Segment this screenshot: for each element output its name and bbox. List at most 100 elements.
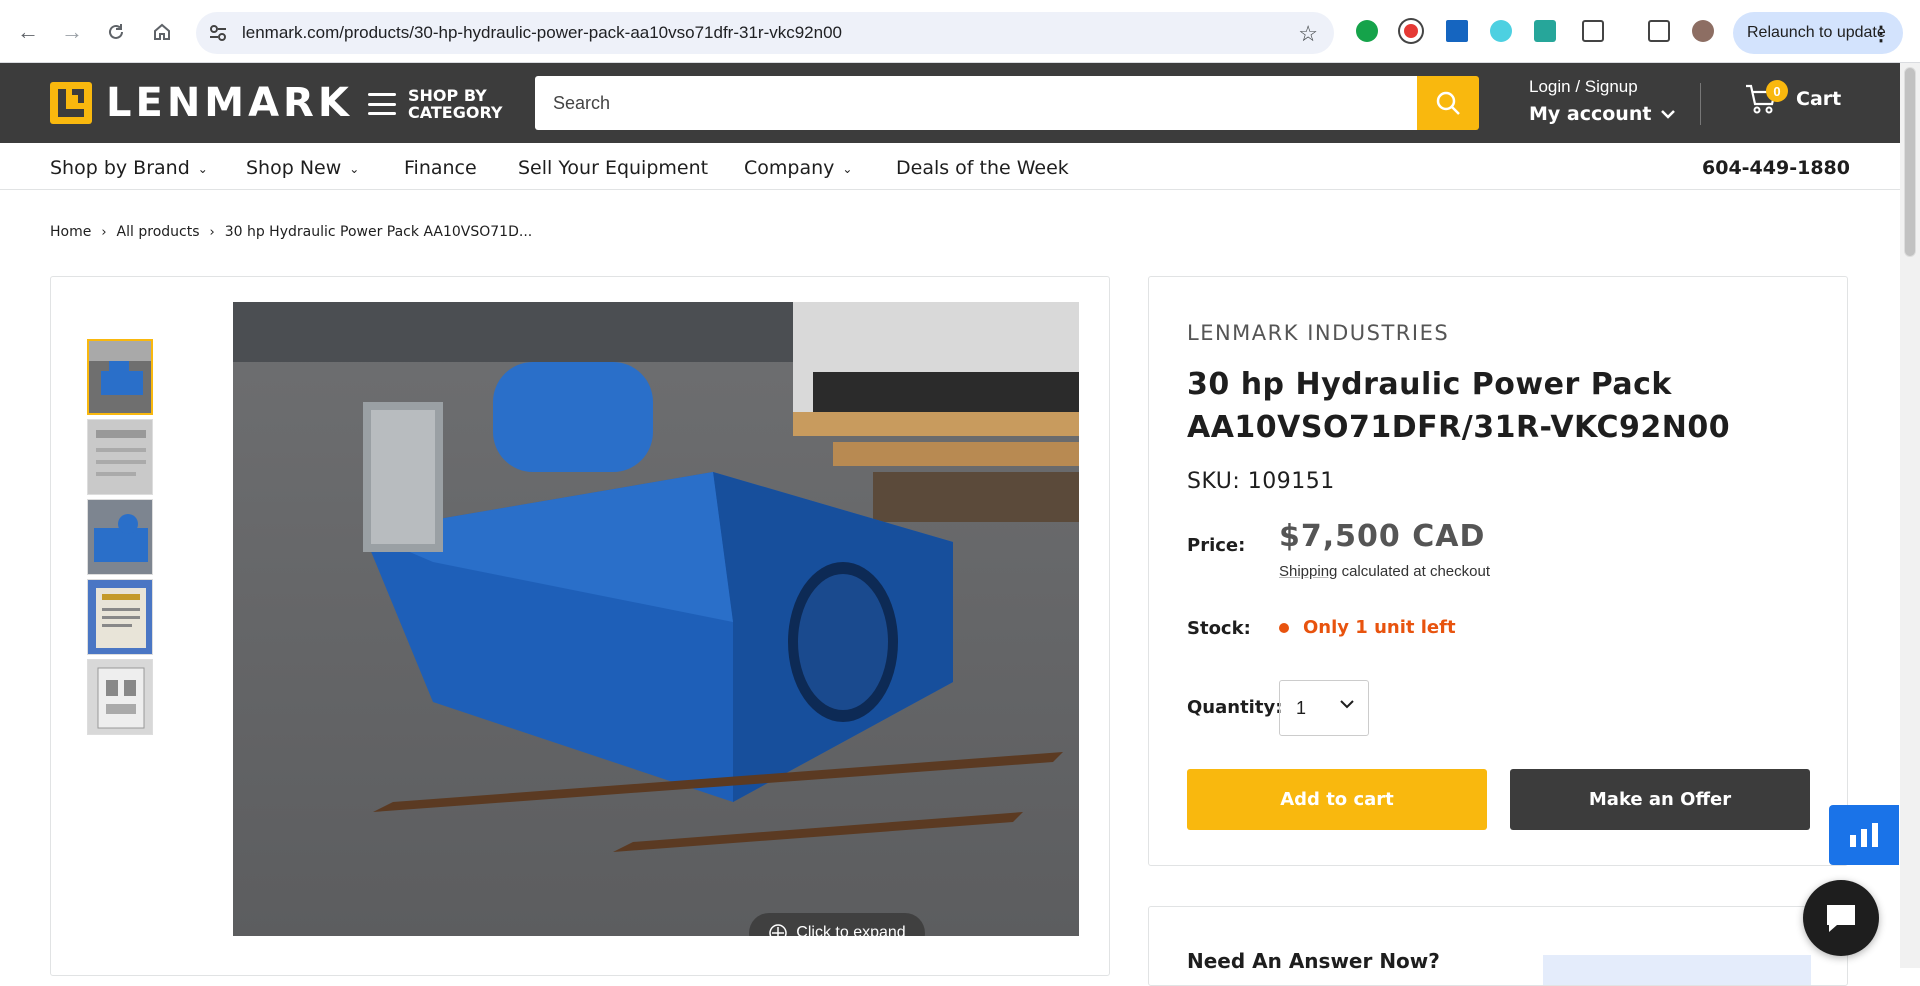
chart-extension-icon[interactable] [1446, 20, 1468, 42]
scrollbar-thumb[interactable] [1904, 67, 1916, 257]
make-an-offer-button[interactable]: Make an Offer [1510, 769, 1810, 830]
profile-avatar[interactable] [1692, 20, 1714, 42]
thumbnail-1[interactable] [87, 339, 153, 415]
stock-dot-icon [1279, 622, 1289, 633]
site-header: LENMARK SHOP BY CATEGORY Login / Signup … [0, 63, 1920, 143]
answer-widget-placeholder [1543, 955, 1811, 985]
click-to-expand-button[interactable]: Click to expand [749, 913, 925, 936]
web-extension-icon[interactable] [1490, 20, 1512, 42]
reload-icon[interactable] [100, 16, 132, 48]
expand-label: Click to expand [796, 924, 906, 936]
chevron-down-icon: ⌄ [842, 162, 853, 176]
my-account-label: My account [1529, 103, 1652, 125]
cart-button[interactable]: 0 Cart [1744, 80, 1842, 115]
login-signup-link[interactable]: Login / Signup [1529, 77, 1675, 97]
shipping-note-text: calculated at checkout [1341, 563, 1490, 580]
product-gallery: Click to expand [50, 276, 1110, 976]
search-input[interactable] [535, 76, 1417, 130]
browser-toolbar: ← → lenmark.com/products/30-hp-hydraulic… [0, 0, 1920, 63]
relaunch-button[interactable]: Relaunch to update ⋮ [1733, 12, 1903, 54]
breadcrumb-current: 30 hp Hydraulic Power Pack AA10VSO71D... [224, 224, 533, 240]
thumbnail-list [87, 339, 153, 739]
screen-extension-icon[interactable] [1534, 20, 1556, 42]
nav-label: Company [744, 157, 835, 179]
url-text: lenmark.com/products/30-hp-hydraulic-pow… [242, 23, 843, 42]
nav-shop-by-brand[interactable]: Shop by Brand ⌄ [50, 157, 208, 179]
chevron-right-icon: › [101, 224, 107, 240]
search-icon [1436, 91, 1460, 115]
my-account-dropdown[interactable]: My account [1529, 103, 1676, 125]
menu-kebab-icon[interactable]: ⋮ [1871, 21, 1891, 46]
relaunch-label: Relaunch to update [1747, 24, 1886, 41]
quantity-label: Quantity: [1187, 697, 1283, 718]
chevron-down-icon [1340, 700, 1354, 709]
breadcrumb: Home › All products › 30 hp Hydraulic Po… [50, 224, 532, 240]
thumbnail-2[interactable] [87, 419, 153, 495]
cart-label: Cart [1796, 88, 1842, 110]
cart-count-badge: 0 [1766, 80, 1788, 102]
chat-bubble-icon [1827, 905, 1855, 932]
nav-label: Shop by Brand [50, 157, 190, 179]
hamburger-icon [368, 93, 396, 115]
search-button[interactable] [1417, 76, 1479, 130]
address-bar[interactable]: lenmark.com/products/30-hp-hydraulic-pow… [196, 12, 1334, 54]
product-title: 30 hp Hydraulic Power Pack AA10VSO71DFR/… [1187, 367, 1731, 445]
need-answer-heading: Need An Answer Now? [1187, 949, 1440, 973]
page-scrollbar[interactable] [1900, 63, 1920, 968]
stock-status-text: Only 1 unit left [1303, 617, 1456, 638]
chevron-right-icon: › [209, 224, 215, 240]
grammarly-extension-icon[interactable] [1356, 20, 1378, 42]
quantity-select[interactable]: 1 [1279, 680, 1369, 736]
hydraulic-power-pack-image [233, 302, 1079, 936]
stock-label: Stock: [1187, 618, 1251, 639]
nav-label: Deals of the Week [896, 157, 1069, 179]
product-sku: SKU: 109151 [1187, 469, 1335, 494]
product-info-card: LENMARK INDUSTRIES 30 hp Hydraulic Power… [1148, 276, 1848, 866]
phone-number[interactable]: 604-449-1880 [1702, 157, 1850, 179]
shipping-link[interactable]: Shipping [1279, 563, 1337, 580]
nav-company[interactable]: Company ⌄ [744, 157, 852, 179]
price-label: Price: [1187, 535, 1246, 556]
extensions-puzzle-icon[interactable] [1582, 20, 1604, 42]
side-panel-icon[interactable] [1648, 20, 1670, 42]
site-info-icon[interactable] [208, 23, 228, 43]
main-product-image[interactable]: Click to expand [233, 302, 1079, 936]
chevron-down-icon: ⌄ [349, 162, 360, 176]
expand-icon [769, 924, 788, 936]
nav-label: Shop New [246, 157, 342, 179]
shop-by-category-label: SHOP BY CATEGORY [408, 86, 503, 122]
floating-widget-button[interactable] [1829, 805, 1899, 865]
lenmark-logo-icon [50, 82, 92, 124]
add-to-cart-button[interactable]: Add to cart [1187, 769, 1487, 830]
nav-label: Finance [404, 157, 477, 179]
stock-status: Only 1 unit left [1279, 617, 1456, 638]
shop-by-category-button[interactable]: SHOP BY CATEGORY [368, 87, 508, 121]
forward-icon[interactable]: → [56, 16, 88, 48]
nav-label: Sell Your Equipment [518, 157, 709, 179]
chart-widget-icon [1850, 823, 1878, 847]
thumbnail-4[interactable] [87, 579, 153, 655]
pokeball-extension-icon[interactable] [1400, 20, 1422, 42]
nav-sell-your-equipment[interactable]: Sell Your Equipment [518, 157, 708, 179]
product-vendor[interactable]: LENMARK INDUSTRIES [1187, 321, 1449, 345]
breadcrumb-all-products[interactable]: All products [117, 224, 200, 240]
need-answer-card: Need An Answer Now? [1148, 906, 1848, 986]
nav-shop-new[interactable]: Shop New ⌄ [246, 157, 359, 179]
account-menu[interactable]: Login / Signup My account [1529, 77, 1676, 125]
bookmark-star-icon[interactable]: ☆ [1298, 21, 1318, 47]
chevron-down-icon [1661, 110, 1676, 119]
search-bar [535, 76, 1479, 130]
thumbnail-3[interactable] [87, 499, 153, 575]
shipping-note: Shipping calculated at checkout [1279, 563, 1490, 580]
nav-finance[interactable]: Finance [404, 157, 477, 179]
home-icon[interactable] [146, 16, 178, 48]
product-price: $7,500 CAD [1279, 519, 1486, 554]
lenmark-logo[interactable]: LENMARK [50, 80, 353, 126]
chat-button[interactable] [1803, 880, 1879, 956]
breadcrumb-home[interactable]: Home [50, 224, 91, 240]
back-icon[interactable]: ← [12, 16, 44, 48]
header-divider [1700, 83, 1701, 125]
thumbnail-5[interactable] [87, 659, 153, 735]
nav-deals-of-the-week[interactable]: Deals of the Week [896, 157, 1069, 179]
quantity-value: 1 [1296, 697, 1307, 718]
